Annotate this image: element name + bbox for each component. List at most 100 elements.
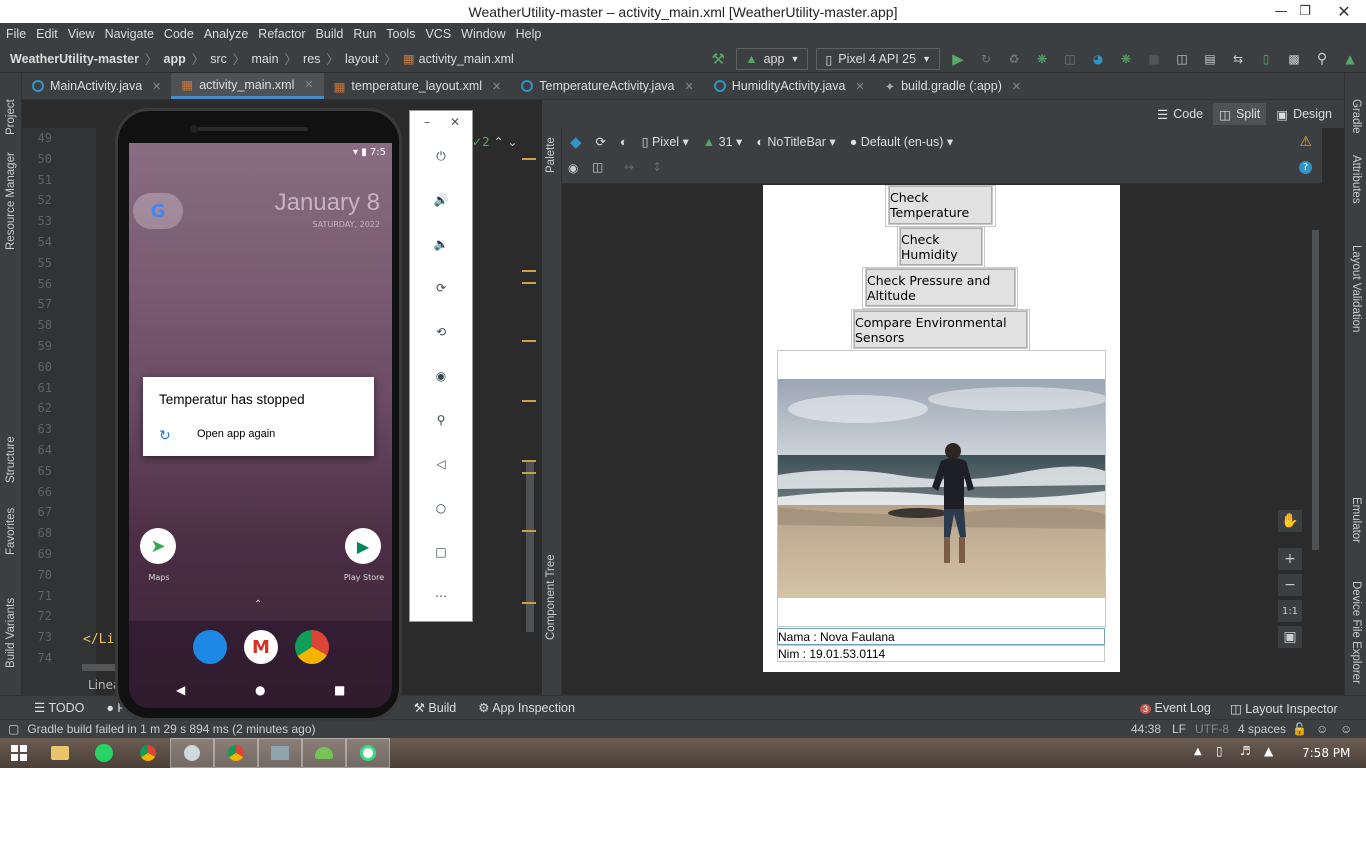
layout-editor-icon[interactable]: ▤ bbox=[1200, 49, 1220, 69]
tab-build-gradle[interactable]: ✦ build.gradle (:app) ✕ bbox=[875, 73, 1031, 99]
inspection-widget[interactable]: ✓2 ⌃ ⌄ bbox=[472, 135, 517, 149]
help-icon[interactable]: ? bbox=[1299, 161, 1312, 174]
breadcrumb-layout[interactable]: layout bbox=[345, 52, 378, 66]
design-vertical-scrollbar[interactable] bbox=[1312, 230, 1319, 550]
emulator-minimize-icon[interactable]: – bbox=[424, 115, 430, 129]
hammer-icon[interactable]: ⚒ bbox=[708, 49, 728, 69]
caret-position[interactable]: 44:38 bbox=[1131, 722, 1161, 736]
layout-validation-tool-button[interactable]: Layout Validation bbox=[1350, 245, 1362, 332]
folder-icon[interactable]: ◫ bbox=[1172, 49, 1192, 69]
todo-tool-button[interactable]: ☰ TODO bbox=[34, 700, 84, 715]
check-humidity-button[interactable]: Check Humidity bbox=[900, 228, 982, 265]
app-drawer-chevron-icon[interactable]: ⌃ bbox=[254, 599, 262, 610]
android-studio-icon[interactable] bbox=[302, 738, 346, 768]
menu-run[interactable]: Run bbox=[353, 27, 376, 41]
sync-icon[interactable]: ⇆ bbox=[1228, 49, 1248, 69]
lock-icon[interactable]: 🔓 bbox=[1292, 722, 1307, 736]
tray-chevron-icon[interactable]: ▲ bbox=[1194, 746, 1202, 757]
tab-temperature-layout[interactable]: ▦ temperature_layout.xml ✕ bbox=[324, 73, 512, 99]
project-tool-button[interactable]: Project bbox=[5, 99, 17, 135]
google-search-icon[interactable]: G bbox=[133, 193, 183, 229]
close-icon[interactable]: ✕ bbox=[492, 80, 501, 93]
breadcrumb-main[interactable]: main bbox=[251, 52, 278, 66]
zoom-in-icon[interactable]: + bbox=[1278, 548, 1302, 570]
open-app-again-button[interactable]: Open app again bbox=[197, 428, 275, 440]
gmail-app-icon[interactable]: M bbox=[244, 630, 278, 664]
menu-tools[interactable]: Tools bbox=[386, 27, 415, 41]
notifications-icon[interactable]: ☺ bbox=[1340, 722, 1352, 736]
close-icon[interactable]: ✕ bbox=[855, 80, 864, 93]
whatsapp-icon[interactable] bbox=[82, 738, 126, 768]
smiley-icon[interactable]: ☺ bbox=[1316, 722, 1328, 736]
file-explorer-icon[interactable] bbox=[38, 738, 82, 768]
emulator-close-icon[interactable]: ✕ bbox=[450, 115, 460, 129]
device-select[interactable]: ▯ Pixel 4 API 25 ▼ bbox=[816, 48, 940, 70]
zoom-out-icon[interactable]: − bbox=[1278, 574, 1302, 596]
mode-design-button[interactable]: ▣ Design bbox=[1270, 103, 1338, 125]
api-select[interactable]: ▲ 31 ▾ bbox=[703, 134, 743, 149]
volume-icon[interactable]: ♬ bbox=[1240, 744, 1251, 758]
wifi-icon[interactable]: ▲ bbox=[1264, 744, 1273, 758]
structure-tool-button[interactable]: Structure bbox=[5, 436, 17, 483]
component-tree-tool-button[interactable]: Component Tree bbox=[545, 554, 557, 640]
volume-up-icon[interactable]: 🔊 bbox=[428, 187, 454, 213]
maximize-icon[interactable]: ❐ bbox=[1288, 0, 1322, 23]
pan-icon[interactable]: ✋ bbox=[1278, 510, 1302, 532]
debug-icon[interactable]: ❋ bbox=[1032, 49, 1052, 69]
menu-navigate[interactable]: Navigate bbox=[105, 27, 154, 41]
power-icon[interactable]: ⏻ bbox=[428, 143, 454, 169]
blueprint-icon[interactable]: ◫ bbox=[592, 160, 603, 174]
vertical-scrollbar[interactable] bbox=[526, 460, 534, 632]
chrome-task-icon[interactable] bbox=[214, 738, 258, 768]
messages-app-icon[interactable] bbox=[193, 630, 227, 664]
more-icon[interactable]: ⋯ bbox=[428, 583, 454, 609]
nav-back-icon[interactable]: ◀ bbox=[176, 683, 185, 697]
rerun-icon[interactable]: ↻ bbox=[976, 49, 996, 69]
device-file-explorer-tool-button[interactable]: Device File Explorer bbox=[1350, 581, 1362, 684]
close-icon[interactable]: ✕ bbox=[1012, 80, 1021, 93]
rotate-right-icon[interactable]: ⟲ bbox=[428, 319, 454, 345]
theme-select[interactable]: ◐ NoTitleBar ▾ bbox=[756, 134, 835, 149]
menu-file[interactable]: File bbox=[6, 27, 26, 41]
app-task-icon[interactable] bbox=[170, 738, 214, 768]
emulator-task-icon[interactable] bbox=[346, 738, 390, 768]
device-select[interactable]: ▯ Pixel ▾ bbox=[642, 134, 689, 149]
resource-manager-tool-button[interactable]: Resource Manager bbox=[5, 152, 17, 250]
locale-select[interactable]: ● Default (en-us) ▾ bbox=[850, 134, 953, 149]
app-inspection-tool-button[interactable]: ⚙ App Inspection bbox=[478, 700, 575, 715]
breadcrumb-src[interactable]: src bbox=[210, 52, 227, 66]
breadcrumb-file[interactable]: activity_main.xml bbox=[419, 52, 514, 66]
zoom-actual-button[interactable]: 1:1 bbox=[1278, 600, 1302, 622]
compare-sensors-button[interactable]: Compare Environmental Sensors bbox=[854, 311, 1027, 348]
run-config-select[interactable]: ▲ app ▼ bbox=[736, 48, 809, 70]
taskbar-clock[interactable]: 7:58 PM bbox=[1302, 746, 1350, 760]
menu-help[interactable]: Help bbox=[516, 27, 542, 41]
favorites-tool-button[interactable]: Favorites bbox=[5, 508, 17, 555]
maps-app-icon[interactable]: ➤ bbox=[140, 528, 176, 564]
check-pressure-button[interactable]: Check Pressure and Altitude bbox=[866, 269, 1015, 306]
coverage-icon[interactable]: ❋ bbox=[1116, 49, 1136, 69]
close-icon[interactable]: ✕ bbox=[1322, 0, 1366, 23]
rotate-left-icon[interactable]: ⟳ bbox=[428, 275, 454, 301]
menu-code[interactable]: Code bbox=[164, 27, 194, 41]
emulator-tool-button[interactable]: Emulator bbox=[1350, 497, 1362, 543]
night-mode-icon[interactable]: ◐ bbox=[620, 135, 628, 149]
network-icon[interactable]: ▯ bbox=[1216, 744, 1223, 758]
volume-down-icon[interactable]: 🔉 bbox=[428, 231, 454, 257]
breadcrumb-module[interactable]: app bbox=[164, 52, 186, 66]
nav-recents-icon[interactable]: ■ bbox=[334, 683, 345, 697]
zoom-fit-icon[interactable]: ▣ bbox=[1278, 626, 1302, 648]
indent-setting[interactable]: 4 spaces bbox=[1238, 722, 1286, 736]
mode-split-button[interactable]: ◫ Split bbox=[1213, 103, 1267, 125]
camera-icon[interactable]: ◉ bbox=[428, 363, 454, 389]
tab-temperature-activity[interactable]: TemperatureActivity.java ✕ bbox=[511, 73, 703, 99]
close-icon[interactable]: ✕ bbox=[304, 78, 313, 91]
image-viewer-icon[interactable] bbox=[258, 738, 302, 768]
back-icon[interactable]: ◁ bbox=[428, 451, 454, 477]
run-icon[interactable]: ▶ bbox=[948, 49, 968, 69]
sdk-manager-icon[interactable]: ▩ bbox=[1284, 49, 1304, 69]
menu-window[interactable]: Window bbox=[461, 27, 505, 41]
close-icon[interactable]: ✕ bbox=[152, 80, 161, 93]
zoom-icon[interactable]: ⚲ bbox=[428, 407, 454, 433]
tab-main-activity[interactable]: MainActivity.java ✕ bbox=[22, 73, 171, 99]
